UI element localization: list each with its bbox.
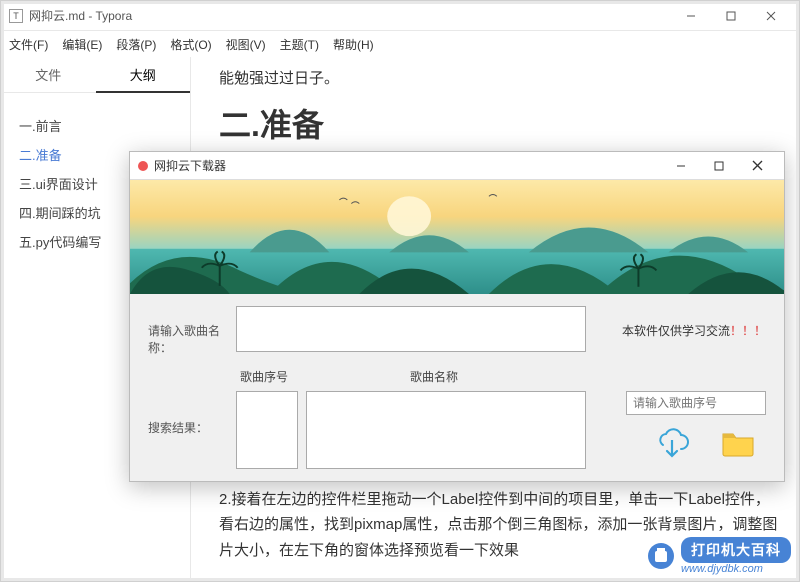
dialog-app-icon <box>138 161 148 171</box>
watermark-url: www.djydbk.com <box>681 563 791 575</box>
dialog-title: 网抑云下载器 <box>154 157 226 174</box>
minimize-button[interactable] <box>671 1 711 31</box>
watermark-logo-icon <box>647 542 675 570</box>
folder-button[interactable] <box>718 425 758 461</box>
seq-input[interactable] <box>626 391 766 415</box>
download-cloud-icon <box>654 427 690 459</box>
result-label: 搜索结果： <box>148 391 228 436</box>
watermark: 打印机大百科 www.djydbk.com <box>647 537 791 575</box>
watermark-badge: 打印机大百科 <box>681 537 791 563</box>
downloader-dialog: 网抑云下载器 <box>129 151 785 482</box>
menu-file[interactable]: 文件(F) <box>9 36 48 53</box>
tab-outline[interactable]: 大纲 <box>96 57 191 93</box>
disclaimer-text: 本软件仅供学习交流！！！ <box>622 306 766 339</box>
heading-h1: 二.准备 <box>219 100 771 146</box>
column-headers: 歌曲序号 歌曲名称 <box>240 368 766 385</box>
window-title: 网抑云.md - Typora <box>29 7 132 24</box>
app-icon: T <box>9 9 23 23</box>
download-button[interactable] <box>652 425 692 461</box>
col-name: 歌曲名称 <box>410 368 458 385</box>
col-seq: 歌曲序号 <box>240 368 300 385</box>
menu-theme[interactable]: 主题(T) <box>280 36 319 53</box>
menu-paragraph[interactable]: 段落(P) <box>116 36 156 53</box>
menu-help[interactable]: 帮助(H) <box>333 36 374 53</box>
name-list[interactable] <box>306 391 586 469</box>
banner-image <box>130 180 784 294</box>
song-name-label: 请输入歌曲名称： <box>148 306 228 356</box>
tab-file[interactable]: 文件 <box>1 57 96 93</box>
dialog-minimize-button[interactable] <box>662 152 700 180</box>
menu-format[interactable]: 格式(O) <box>170 36 211 53</box>
seq-list[interactable] <box>236 391 298 469</box>
titlebar: T 网抑云.md - Typora <box>1 1 799 31</box>
menu-view[interactable]: 视图(V) <box>226 36 266 53</box>
close-button[interactable] <box>751 1 791 31</box>
outline-item[interactable]: 一.前言 <box>19 111 172 140</box>
menubar: 文件(F) 编辑(E) 段落(P) 格式(O) 视图(V) 主题(T) 帮助(H… <box>1 31 799 57</box>
maximize-button[interactable] <box>711 1 751 31</box>
dialog-close-button[interactable] <box>738 152 776 180</box>
folder-icon <box>720 428 756 458</box>
menu-edit[interactable]: 编辑(E) <box>62 36 102 53</box>
text-line: 能勉强过过日子。 <box>219 67 771 88</box>
dialog-maximize-button[interactable] <box>700 152 738 180</box>
song-name-input[interactable] <box>236 306 586 352</box>
dialog-titlebar: 网抑云下载器 <box>130 152 784 180</box>
